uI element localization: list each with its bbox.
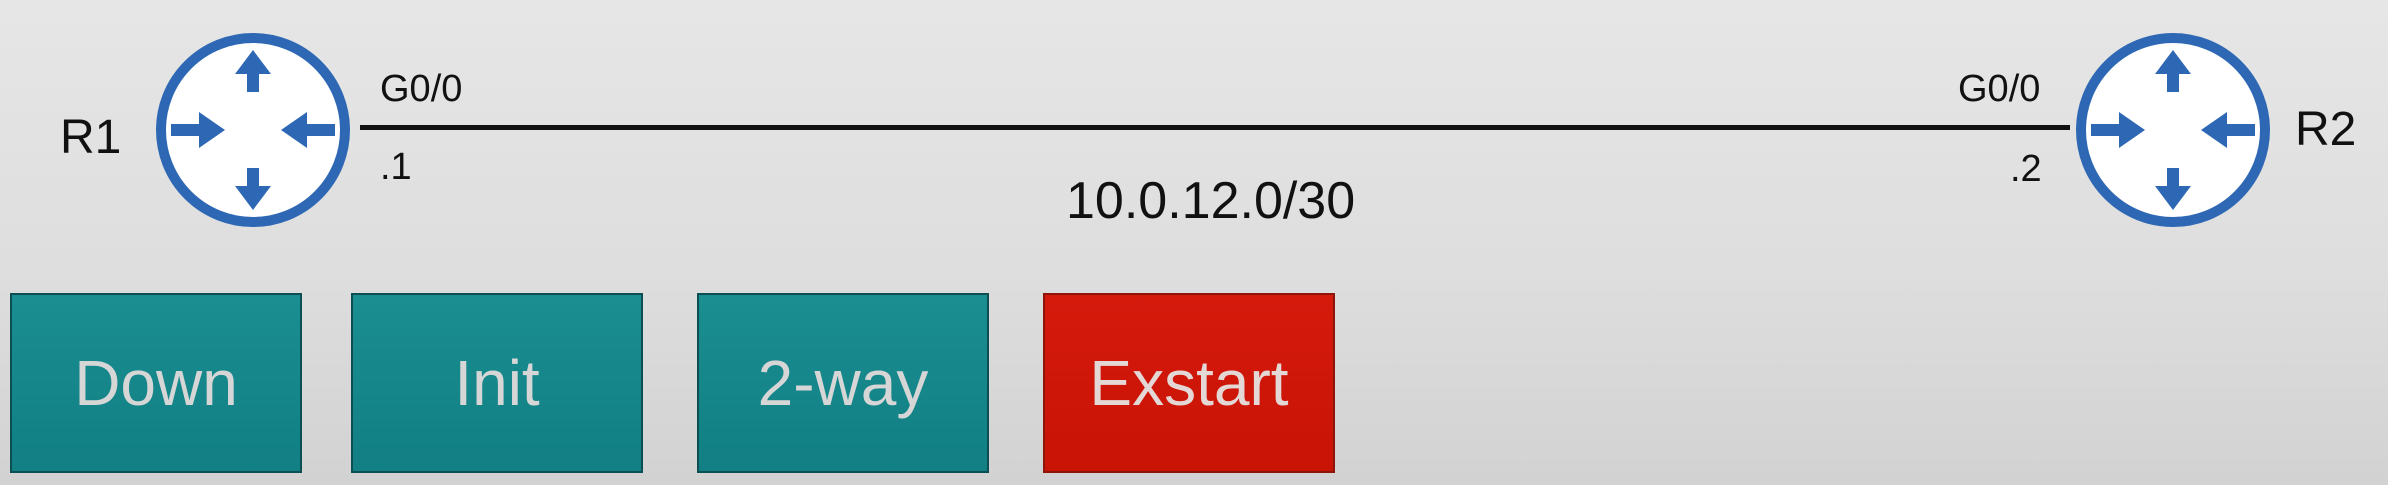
- router-r1-icon: [153, 30, 353, 230]
- state-exstart-button[interactable]: Exstart: [1043, 293, 1335, 473]
- router-r2-name: R2: [2295, 103, 2357, 156]
- state-2way-button[interactable]: 2-way: [697, 293, 989, 473]
- subnet-label: 10.0.12.0/30: [1066, 172, 1356, 230]
- r2-address-label: .2: [2010, 148, 2042, 190]
- link-line: [360, 125, 2070, 130]
- router-r2-icon: [2073, 30, 2273, 230]
- r1-address-label: .1: [380, 146, 412, 188]
- ospf-neighbor-diagram: R1 R2 G0/0 G0/0 .1 .2 10.0.12.0/30 Down …: [0, 0, 2388, 485]
- router-r1-name: R1: [60, 111, 122, 164]
- state-init-button[interactable]: Init: [351, 293, 643, 473]
- r2-interface-label: G0/0: [1958, 68, 2041, 110]
- r1-interface-label: G0/0: [380, 68, 463, 110]
- state-down-button[interactable]: Down: [10, 293, 302, 473]
